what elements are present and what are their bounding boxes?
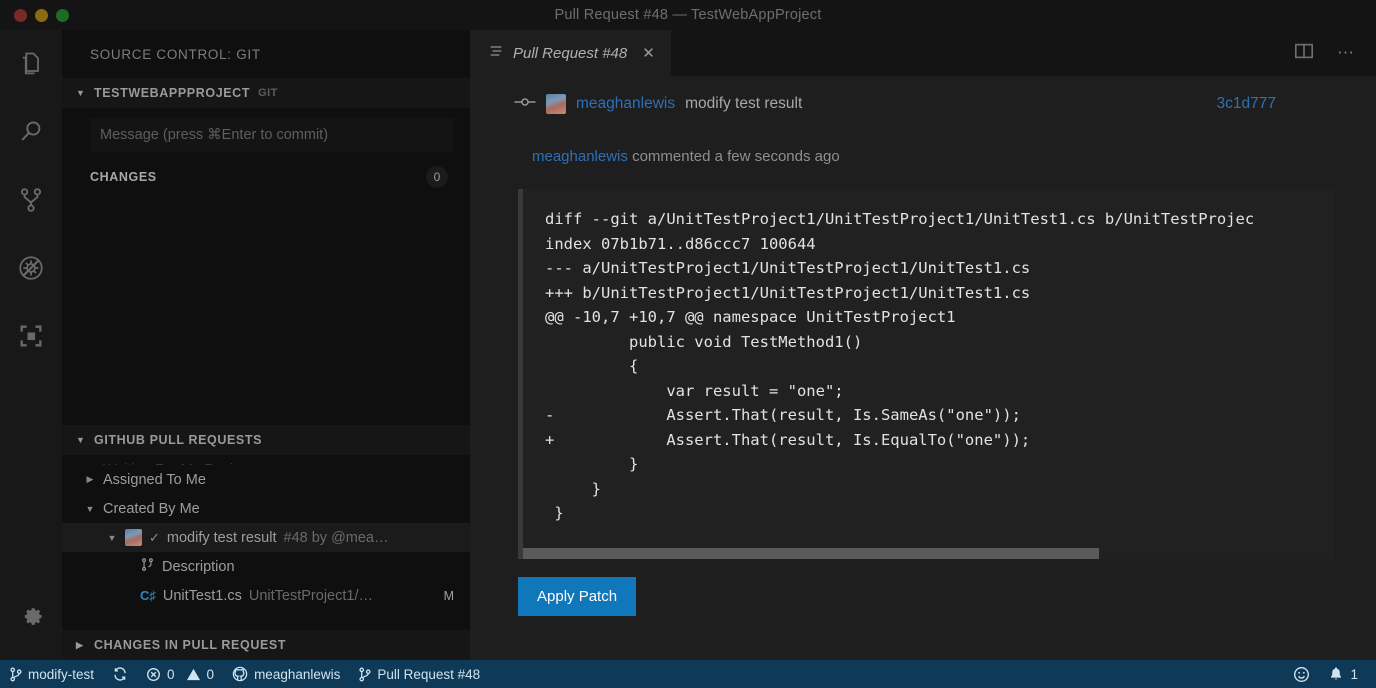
preview-icon	[488, 43, 504, 63]
tree-label: Description	[162, 559, 235, 575]
changes-in-pr-label: CHANGES IN PULL REQUEST	[94, 638, 286, 652]
chevron-down-icon: ▼	[76, 436, 86, 445]
changes-label: CHANGES	[90, 170, 157, 184]
pull-request-icon	[140, 557, 155, 576]
feedback-smiley-icon[interactable]	[1284, 660, 1319, 688]
github-user-label: meaghanlewis	[254, 667, 340, 682]
csharp-icon: C♯	[140, 588, 156, 603]
apply-patch-button[interactable]: Apply Patch	[518, 577, 636, 616]
status-sync-icon[interactable]	[103, 660, 137, 688]
diff-panel: diff --git a/UnitTestProject1/UnitTestPr…	[518, 189, 1334, 559]
tab-pull-request-48[interactable]: Pull Request #48 ✕	[470, 30, 671, 76]
file-name-label: UnitTest1.cs	[163, 588, 242, 604]
sidebar-item-created-by-me[interactable]: ▼ Created By Me	[62, 494, 470, 523]
tab-label: Pull Request #48	[513, 45, 627, 62]
tree-label: Assigned To Me	[103, 472, 206, 488]
sidebar-item-assigned-to-me[interactable]: ▶ Assigned To Me	[62, 465, 470, 494]
search-icon[interactable]	[0, 98, 62, 166]
source-control-icon[interactable]	[0, 166, 62, 234]
pull-request-body: meaghanlewis modify test result 3c1d777 …	[470, 76, 1376, 660]
debug-icon[interactable]	[0, 234, 62, 302]
repo-section-header[interactable]: ▼ TESTWEBAPPPROJECT GIT	[62, 78, 470, 108]
close-icon[interactable]: ✕	[642, 44, 655, 62]
pull-requests-tree: ▶Waiting For My Review ▶ Assigned To Me …	[62, 455, 470, 630]
github-pull-requests-label: GITHUB PULL REQUESTS	[94, 433, 262, 447]
avatar	[125, 529, 142, 546]
horizontal-scrollbar[interactable]	[523, 548, 1334, 559]
scrollbar-thumb[interactable]	[523, 548, 1099, 559]
status-bar: modify-test 0 0 meaghanlewis	[0, 660, 1376, 688]
diff-content: diff --git a/UnitTestProject1/UnitTestPr…	[523, 207, 1334, 526]
notifications-bell-icon[interactable]: 1	[1319, 660, 1376, 688]
pull-request-title: modify test result	[167, 530, 277, 546]
sidebar-spacer	[62, 188, 470, 425]
extensions-icon[interactable]	[0, 302, 62, 370]
notification-count-label: 1	[1350, 667, 1358, 682]
changes-header[interactable]: CHANGES 0	[62, 152, 470, 188]
more-actions-icon[interactable]: ⋯	[1337, 43, 1356, 63]
status-branch[interactable]: modify-test	[0, 660, 103, 688]
chevron-down-icon: ▼	[76, 89, 86, 98]
window-title: Pull Request #48 — TestWebAppProject	[0, 7, 1376, 23]
pull-request-meta: #48 by @mea…	[284, 530, 389, 546]
list-item-description[interactable]: Description	[62, 552, 470, 581]
status-pull-request[interactable]: Pull Request #48	[349, 660, 489, 688]
comment-timestamp-label: commented a few seconds ago	[632, 148, 840, 165]
warning-count-label: 0	[207, 667, 215, 682]
status-bar-right: 1	[1284, 660, 1376, 688]
list-item-unittest1-cs[interactable]: C♯ UnitTest1.cs UnitTestProject1/… M	[62, 581, 470, 610]
editor-area: Pull Request #48 ✕ ⋯	[470, 30, 1376, 660]
repo-provider-label: GIT	[258, 87, 278, 99]
status-github-user[interactable]: meaghanlewis	[223, 660, 349, 688]
vscode-window: Pull Request #48 — TestWebAppProject	[0, 0, 1376, 688]
file-status-badge: M	[444, 589, 470, 603]
commit-header-row: meaghanlewis modify test result 3c1d777	[470, 76, 1376, 114]
commit-message-container	[62, 108, 470, 152]
gear-icon[interactable]	[0, 582, 62, 650]
chevron-right-icon: ▶	[84, 474, 96, 485]
pull-request-label: Pull Request #48	[377, 667, 480, 682]
chevron-right-icon: ▶	[76, 641, 86, 650]
commit-author-link[interactable]: meaghanlewis	[576, 95, 675, 113]
comment-author-link[interactable]: meaghanlewis	[532, 148, 628, 165]
commit-message-input[interactable]	[90, 118, 454, 152]
tree-label: Created By Me	[103, 501, 200, 517]
sidebar-view-title: SOURCE CONTROL: GIT	[62, 30, 470, 78]
editor-actions: ⋯	[1293, 30, 1376, 76]
changes-count-badge: 0	[426, 166, 448, 188]
activity-bar	[0, 30, 62, 660]
commit-message-label: modify test result	[685, 95, 802, 113]
explorer-files-icon[interactable]	[0, 30, 62, 98]
file-path-label: UnitTestProject1/…	[249, 588, 373, 604]
sidebar: SOURCE CONTROL: GIT ▼ TESTWEBAPPPROJECT …	[62, 30, 470, 660]
tree-row-partial[interactable]: ▶Waiting For My Review	[62, 455, 470, 465]
commit-hash-link[interactable]: 3c1d777	[1217, 95, 1276, 113]
chevron-down-icon: ▼	[106, 533, 118, 543]
repo-name-label: TESTWEBAPPPROJECT	[94, 86, 250, 100]
title-bar: Pull Request #48 — TestWebAppProject	[0, 0, 1376, 30]
changes-in-pull-request-header[interactable]: ▶ CHANGES IN PULL REQUEST	[62, 630, 470, 660]
error-count-label: 0	[167, 667, 175, 682]
branch-name-label: modify-test	[28, 667, 94, 682]
check-icon: ✓	[149, 530, 160, 546]
status-problems[interactable]: 0 0	[137, 660, 223, 688]
split-editor-icon[interactable]	[1293, 41, 1315, 66]
chevron-down-icon: ▼	[84, 504, 96, 514]
avatar	[546, 94, 566, 114]
apply-patch-row: Apply Patch	[470, 559, 1376, 616]
github-pull-requests-header[interactable]: ▼ GITHUB PULL REQUESTS	[62, 425, 470, 455]
commit-node-icon	[514, 95, 536, 114]
comment-header-row: meaghanlewis commented a few seconds ago	[470, 114, 1376, 165]
tab-bar: Pull Request #48 ✕ ⋯	[470, 30, 1376, 76]
list-item-pull-request-48[interactable]: ▼ ✓ modify test result #48 by @mea…	[62, 523, 470, 552]
